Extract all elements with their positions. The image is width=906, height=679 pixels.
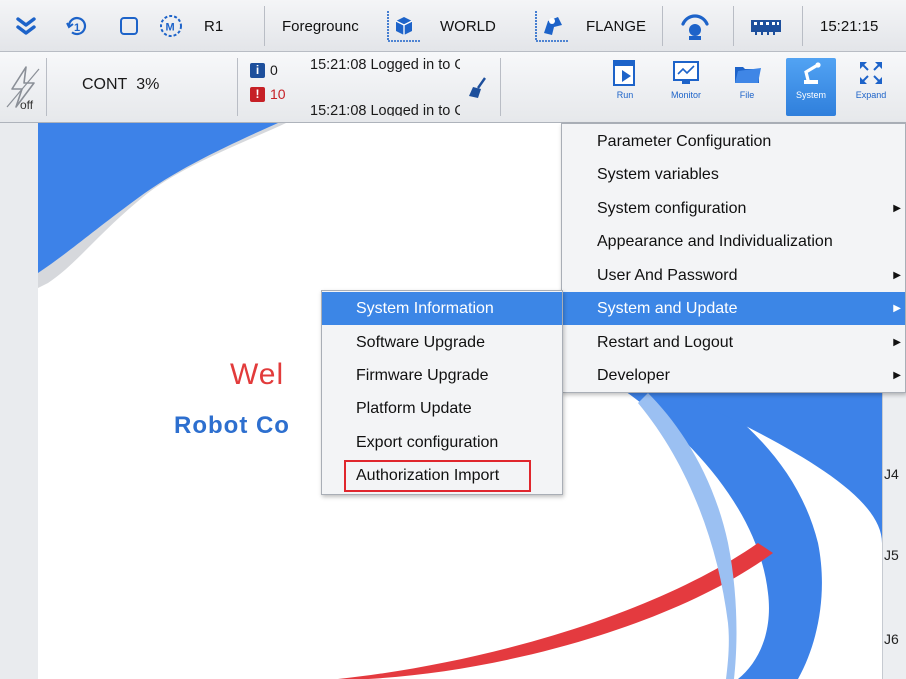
stop-square-icon[interactable] [118,0,140,52]
manual-mode-icon[interactable]: M [158,0,184,52]
joint-label: J4 [884,466,899,482]
message-log[interactable]: 15:21:08 Logged in to OEM 15:21:08 Logge… [310,54,460,116]
monitor-button-label: Monitor [670,90,701,100]
clock-time: 15:21:15 [820,17,879,35]
left-panel-strip [0,123,38,679]
system-button[interactable]: System [786,58,836,116]
menu-item-restart-and-logout[interactable]: Restart and Logout ▶ [562,326,905,359]
collapse-chevron-icon[interactable] [14,0,38,52]
menu-item-system-variables[interactable]: System variables [562,158,905,191]
menu-item-label: Firmware Upgrade [356,366,489,384]
info-count: 0 [270,62,278,78]
divider [46,58,47,116]
error-counter[interactable]: ! 10 [250,86,286,102]
system-button-label: System [795,90,826,100]
divider [802,6,803,46]
menu-item-appearance[interactable]: Appearance and Individualization [562,225,905,258]
menu-item-user-and-password[interactable]: User And Password ▶ [562,259,905,292]
menu-item-system-and-update[interactable]: System and Update ▶ [562,292,905,325]
monitor-icon [673,61,699,84]
submenu-item-platform-update[interactable]: Platform Update [322,392,562,425]
menu-item-label: System variables [597,165,719,183]
submenu-arrow-icon: ▶ [893,337,901,348]
power-state-label: off [20,98,34,112]
menu-item-parameter-configuration[interactable]: Parameter Configuration [562,125,905,158]
submenu-arrow-icon: ▶ [893,370,901,381]
flange-tool-icon[interactable] [532,0,572,52]
run-mode-label[interactable]: CONT 3% [82,76,159,94]
authorization-import-highlight [344,460,531,492]
svg-text:M: M [166,22,175,34]
io-board-icon[interactable] [749,0,783,52]
menu-item-label: Software Upgrade [356,333,485,351]
info-counter[interactable]: i 0 [250,62,278,78]
run-icon [613,60,635,86]
divider [662,6,663,46]
expand-button[interactable]: Expand [846,58,896,116]
error-icon: ! [250,86,265,102]
foreground-mode-label[interactable]: Foregrounc [282,0,359,52]
robot-label[interactable]: R1 [204,0,223,52]
menu-item-developer[interactable]: Developer ▶ [562,359,905,392]
submenu-item-software-upgrade[interactable]: Software Upgrade [322,326,562,359]
error-count: 10 [270,86,286,102]
file-button[interactable]: File [722,58,772,116]
menu-item-label: Appearance and Individualization [597,232,833,250]
world-coordinate-label[interactable]: WORLD [440,0,496,52]
divider [237,58,238,116]
submenu-arrow-icon: ▶ [893,270,901,281]
robot-controller-subtitle: Robot Co [174,412,290,439]
welcome-title: Wel [230,358,285,391]
folder-icon [735,67,761,83]
robot-arm-status-icon[interactable] [677,0,713,52]
divider [264,6,265,46]
run-button[interactable]: Run [600,58,650,116]
menu-item-label: Export configuration [356,433,499,451]
info-icon: i [250,62,265,78]
expand-icon [860,62,882,84]
file-button-label: File [739,90,755,100]
divider [733,6,734,46]
menu-item-label: Developer [597,366,670,384]
menu-item-label: System and Update [597,299,738,317]
log-line: 15:21:08 Logged in to OEM [310,57,460,73]
submenu-item-firmware-upgrade[interactable]: Firmware Upgrade [322,359,562,392]
menu-item-label: User And Password [597,266,738,284]
world-coordinate-icon[interactable] [384,0,424,52]
menu-item-label: System configuration [597,199,747,217]
program-count-icon[interactable]: 1 [64,0,90,52]
menu-item-label: System Information [356,299,494,317]
divider [500,58,501,116]
run-button-label: Run [616,90,634,100]
submenu-item-export-configuration[interactable]: Export configuration [322,426,562,459]
clear-log-broom-icon[interactable] [467,76,491,105]
submenu-arrow-icon: ▶ [893,303,901,314]
speed-value: 3% [136,76,160,93]
submenu-arrow-icon: ▶ [893,203,901,214]
status-bar: 1 M R1 Foregrounc WORLD FLANGE 15:21:15 [0,0,906,52]
power-toggle[interactable]: off [0,56,46,118]
joint-label: J6 [884,631,899,647]
menu-item-system-configuration[interactable]: System configuration ▶ [562,192,905,225]
system-menu: Parameter Configuration System variables… [561,123,906,393]
submenu-item-system-information[interactable]: System Information [322,292,562,325]
joint-label: J5 [884,547,899,563]
menu-item-label: Parameter Configuration [597,132,772,150]
monitor-button[interactable]: Monitor [661,58,711,116]
menu-item-label: Restart and Logout [597,333,734,351]
expand-button-label: Expand [855,90,887,100]
main-toolbar: off CONT 3% i 0 ! 10 15:21:08 Logged in … [0,52,906,123]
run-mode-value: CONT [82,76,128,93]
menu-item-label: Platform Update [356,399,472,417]
log-line: 15:21:08 Logged in to OEM [310,103,460,116]
robot-arm-icon [804,62,821,84]
flange-tool-label[interactable]: FLANGE [586,0,646,52]
svg-text:1: 1 [74,22,80,34]
